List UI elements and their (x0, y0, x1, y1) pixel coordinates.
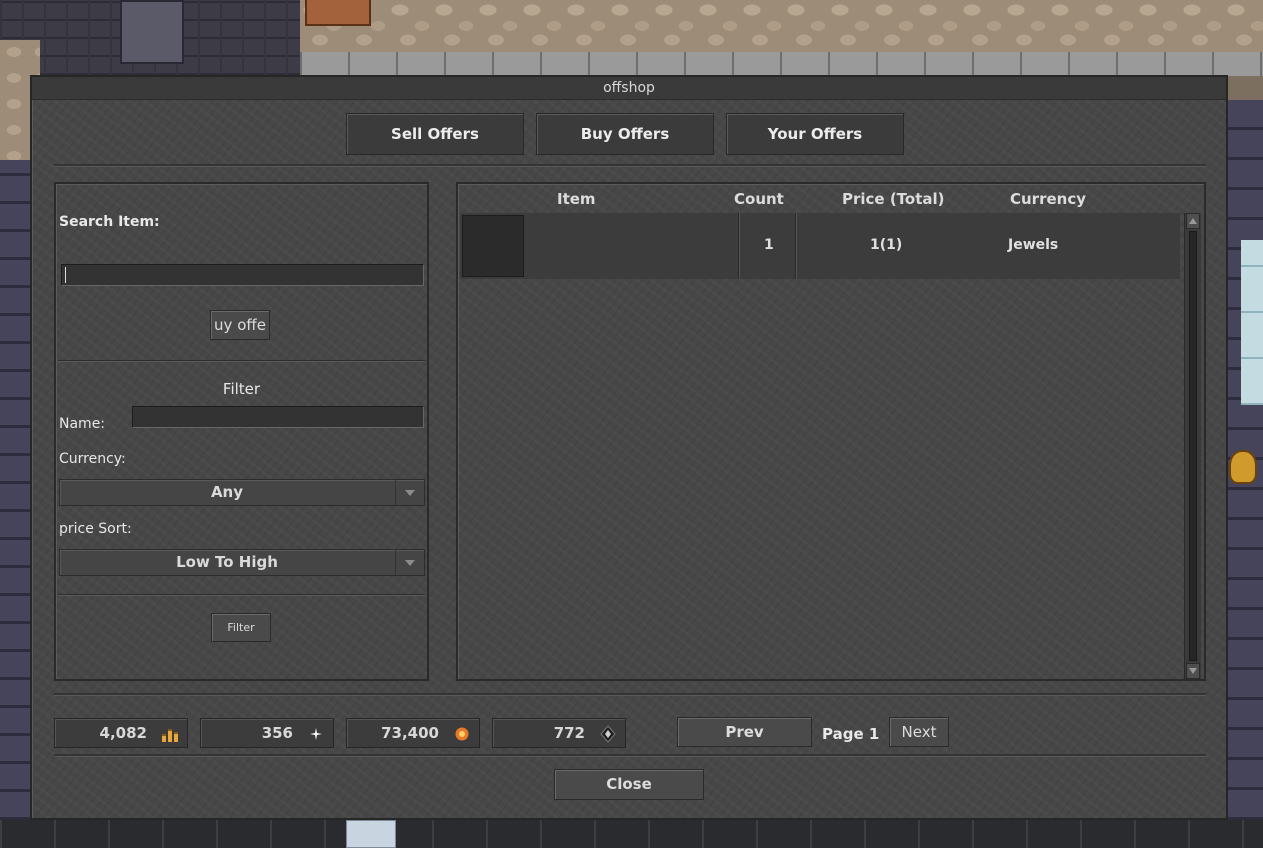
currency-select-value: Any (210, 483, 244, 501)
tab-buy-offers[interactable]: Buy Offers (536, 113, 714, 155)
price-sort-label: price Sort: (59, 521, 132, 537)
currency-select[interactable]: Any (59, 479, 425, 506)
balance-coins-amount: 73,400 (381, 724, 439, 742)
divider (54, 693, 1206, 696)
search-input[interactable] (61, 264, 424, 286)
balance-sparkle: 356 (200, 718, 334, 748)
search-button[interactable]: uy offe (210, 310, 270, 340)
currency-label: Currency: (59, 451, 126, 467)
stone-wall (300, 52, 1263, 76)
chevron-down-icon[interactable] (395, 550, 424, 575)
balance-gems-amount: 772 (553, 724, 585, 742)
column-header-currency: Currency (1010, 190, 1087, 208)
cobblestone-floor (300, 0, 1263, 60)
balance-gold-amount: 4,082 (99, 724, 147, 742)
balance-gold: 4,082 (54, 718, 188, 748)
page-indicator: Page 1 (822, 725, 880, 743)
window-title[interactable]: offshop (32, 77, 1226, 100)
tab-sell-offers[interactable]: Sell Offers (346, 113, 524, 155)
scroll-up-icon[interactable] (1186, 213, 1200, 229)
offers-list: Item Count Price (Total) Currency 1 1(1)… (456, 182, 1206, 681)
roof-block (120, 0, 184, 64)
price-sort-value: Low To High (176, 553, 278, 571)
item-slot[interactable] (462, 215, 524, 277)
hotbar-slot-map[interactable] (346, 820, 396, 848)
offshop-window: offshop Sell Offers Buy Offers Your Offe… (30, 75, 1228, 820)
balance-sparkle-amount: 356 (261, 724, 293, 742)
left-building-wall (0, 160, 32, 820)
column-header-price: Price (Total) (842, 190, 945, 208)
scroll-track[interactable] (1189, 231, 1197, 661)
chevron-down-icon[interactable] (395, 480, 424, 505)
offer-currency: Jewels (1008, 237, 1059, 253)
window-glass (1241, 240, 1263, 405)
divider (54, 754, 1206, 757)
wooden-crate (305, 0, 371, 26)
balance-gems: 772 (492, 718, 626, 748)
lamp-icon (1229, 450, 1257, 484)
filter-button[interactable]: Filter (211, 613, 271, 642)
offer-price: 1(1) (870, 237, 903, 253)
text-cursor (65, 267, 66, 283)
cell-divider (795, 213, 797, 279)
name-label: Name: (59, 416, 106, 432)
panel-divider (58, 594, 425, 596)
tab-your-offers[interactable]: Your Offers (726, 113, 904, 155)
close-button[interactable]: Close (554, 769, 704, 800)
bottom-hotbar (0, 820, 1263, 848)
column-header-item: Item (557, 190, 596, 208)
divider (54, 164, 1206, 167)
price-sort-select[interactable]: Low To High (59, 549, 425, 576)
cell-divider (738, 213, 740, 279)
search-filter-panel: Search Item: uy offe Filter Name: Curren… (54, 182, 429, 681)
offer-count: 1 (764, 237, 774, 253)
column-header-count: Count (734, 190, 784, 208)
prev-page-button[interactable]: Prev (677, 717, 812, 747)
filter-title: Filter (222, 380, 261, 398)
offers-scrollbar[interactable] (1184, 213, 1201, 679)
balance-coins: 73,400 (346, 718, 480, 748)
offer-row[interactable]: 1 1(1) Jewels (460, 213, 1180, 279)
dark-gem-icon (600, 725, 616, 743)
gold-coins-icon (162, 729, 178, 742)
name-input[interactable] (132, 406, 424, 428)
scroll-down-icon[interactable] (1186, 663, 1200, 679)
orange-coin-icon (455, 727, 469, 741)
next-page-button[interactable]: Next (889, 717, 949, 747)
panel-divider (58, 360, 425, 362)
sparkle-icon (310, 728, 322, 740)
offer-tabs: Sell Offers Buy Offers Your Offers (346, 113, 904, 155)
search-label: Search Item: (59, 214, 160, 230)
